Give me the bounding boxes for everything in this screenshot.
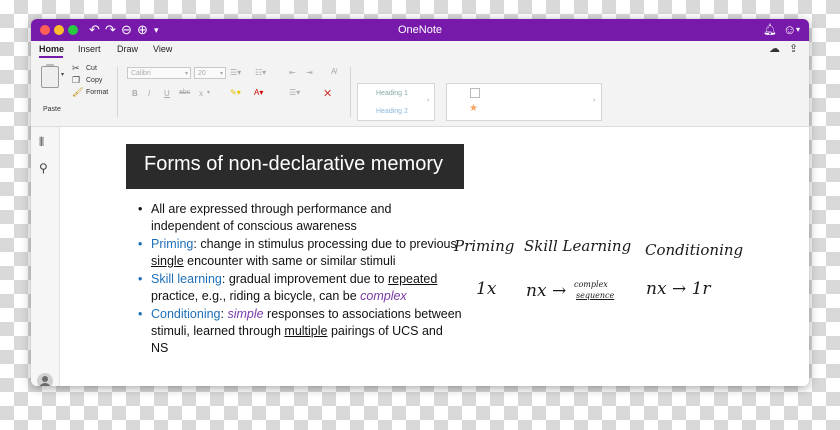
- paste-icon[interactable]: [41, 66, 59, 88]
- checkbox-tag-icon[interactable]: [470, 88, 480, 98]
- outdent-icon[interactable]: ⇤: [289, 68, 296, 77]
- avatar[interactable]: [37, 373, 53, 386]
- notebooks-icon[interactable]: ⫴: [39, 135, 44, 150]
- handwritten-priming-header[interactable]: Priming: [454, 237, 514, 255]
- underlined-word: multiple: [284, 324, 328, 338]
- chevron-down-icon: ▾: [184, 71, 188, 77]
- align-icon[interactable]: ☰▾: [289, 88, 300, 97]
- handwritten-skill-learning-header[interactable]: Skill Learning: [524, 237, 631, 255]
- onenote-window: ↶ ↷ ⊖ ⊕ ▾ OneNote 🔔︎ ☺ ▾ Home Insert Dra…: [31, 19, 809, 386]
- bullet-marker: •: [138, 237, 143, 251]
- chevron-down-icon[interactable]: ▾: [207, 89, 210, 96]
- tab-home[interactable]: Home: [39, 44, 64, 54]
- highlight-icon[interactable]: ✎▾: [230, 88, 241, 97]
- skill-learning-term: Skill learning: [151, 272, 222, 286]
- tab-view[interactable]: View: [153, 44, 172, 54]
- bullet-list[interactable]: • All are expressed through performance …: [132, 201, 462, 358]
- paste-label[interactable]: Paste: [43, 106, 61, 113]
- emphasized-word: simple: [227, 307, 264, 321]
- italic-button[interactable]: I: [148, 89, 150, 98]
- list-item: • Conditioning: simple responses to asso…: [132, 306, 462, 357]
- clear-formatting-icon[interactable]: A̸: [331, 67, 336, 76]
- sidebar: ⫴ ⚲: [31, 127, 60, 386]
- underlined-word: single: [151, 254, 184, 268]
- bullet-text: : gradual improvement due to: [221, 272, 388, 286]
- share-icon[interactable]: ⇪: [789, 42, 798, 55]
- scissors-icon[interactable]: ✂: [72, 63, 80, 74]
- handwritten-priming-value[interactable]: 1x: [476, 279, 496, 299]
- list-item: • Priming: change in stimulus processing…: [132, 236, 462, 270]
- priming-term: Priming: [151, 237, 194, 251]
- font-color-icon[interactable]: A▾: [254, 88, 263, 97]
- bullet-text: : change in stimulus processing due to p…: [193, 237, 457, 251]
- subscript-button[interactable]: x: [199, 89, 203, 98]
- tab-insert[interactable]: Insert: [78, 44, 101, 54]
- styles-gallery[interactable]: [357, 83, 435, 121]
- font-size-select[interactable]: 20 ▾: [194, 67, 226, 79]
- bold-button[interactable]: B: [132, 89, 138, 98]
- ribbon-divider: [117, 67, 118, 117]
- star-tag-icon[interactable]: ★: [469, 103, 478, 114]
- page-title[interactable]: Forms of non-declarative memory: [144, 153, 443, 176]
- bullet-text: All are expressed through performance an…: [151, 202, 392, 233]
- bullet-marker: •: [138, 202, 143, 216]
- active-tab-indicator: [39, 56, 63, 58]
- chevron-down-icon[interactable]: ▾: [796, 21, 800, 39]
- avatar-head: [42, 376, 48, 382]
- font-name-select[interactable]: Calibri ▾: [127, 67, 191, 79]
- notebook-sync-icon[interactable]: ☁: [769, 42, 780, 55]
- handwritten-conditioning-value[interactable]: nx → 1r: [646, 279, 711, 299]
- bullet-marker: •: [138, 272, 143, 286]
- ribbon-divider: [350, 67, 351, 117]
- handwritten-skill-value[interactable]: nx →: [526, 281, 566, 301]
- copy-icon[interactable]: ❐: [72, 75, 80, 86]
- style-heading-2[interactable]: Heading 2: [376, 108, 408, 115]
- avatar-body: [39, 383, 51, 386]
- slide-title-box: Forms of non-declarative memory: [126, 144, 464, 189]
- cut-button[interactable]: Cut: [86, 65, 97, 72]
- paste-dropdown-icon[interactable]: ▾: [61, 71, 64, 78]
- emphasized-word: complex: [360, 289, 407, 303]
- handwritten-conditioning-header[interactable]: Conditioning: [645, 241, 743, 259]
- bullet-text: encounter with same or similar stimuli: [183, 254, 396, 268]
- conditioning-term: Conditioning: [151, 307, 221, 321]
- bullets-icon[interactable]: ☰▾: [230, 68, 241, 77]
- format-painter-icon[interactable]: 🖌︎: [72, 87, 83, 98]
- handwritten-complex-note[interactable]: complex: [574, 280, 608, 289]
- title-bar: ↶ ↷ ⊖ ⊕ ▾ OneNote 🔔︎ ☺ ▾: [31, 19, 809, 41]
- font-size-value: 20: [198, 70, 206, 77]
- list-item: • Skill learning: gradual improvement du…: [132, 271, 462, 305]
- format-painter-button[interactable]: Format: [86, 89, 108, 96]
- style-heading-1[interactable]: Heading 1: [376, 90, 408, 97]
- menu-bar: Home Insert Draw View ☁ ⇪: [31, 41, 809, 59]
- bullet-text: practice, e.g., riding a bicycle, can be: [151, 289, 361, 303]
- note-canvas[interactable]: Forms of non-declarative memory • All ar…: [60, 127, 809, 386]
- underline-button[interactable]: U: [164, 89, 170, 98]
- bell-icon[interactable]: 🔔︎: [763, 21, 777, 39]
- app-title: OneNote: [397, 24, 443, 36]
- chevron-right-icon[interactable]: ›: [427, 97, 429, 104]
- numbering-icon[interactable]: ☷▾: [255, 68, 266, 77]
- copy-button[interactable]: Copy: [86, 77, 102, 84]
- delete-icon[interactable]: ✕: [323, 87, 332, 100]
- list-item: • All are expressed through performance …: [132, 201, 462, 235]
- font-name-value: Calibri: [131, 70, 151, 77]
- chevron-down-icon: ▾: [219, 71, 223, 77]
- bullet-marker: •: [138, 307, 143, 321]
- strikethrough-button[interactable]: abc: [179, 89, 190, 96]
- smiley-feedback-icon[interactable]: ☺: [783, 21, 796, 39]
- indent-icon[interactable]: ⇥: [306, 68, 313, 77]
- search-icon[interactable]: ⚲: [39, 161, 48, 175]
- chevron-right-icon[interactable]: ›: [593, 97, 595, 104]
- underlined-word: repeated: [387, 272, 438, 286]
- handwritten-sequence-note[interactable]: sequence: [576, 291, 614, 300]
- tab-draw[interactable]: Draw: [117, 44, 138, 54]
